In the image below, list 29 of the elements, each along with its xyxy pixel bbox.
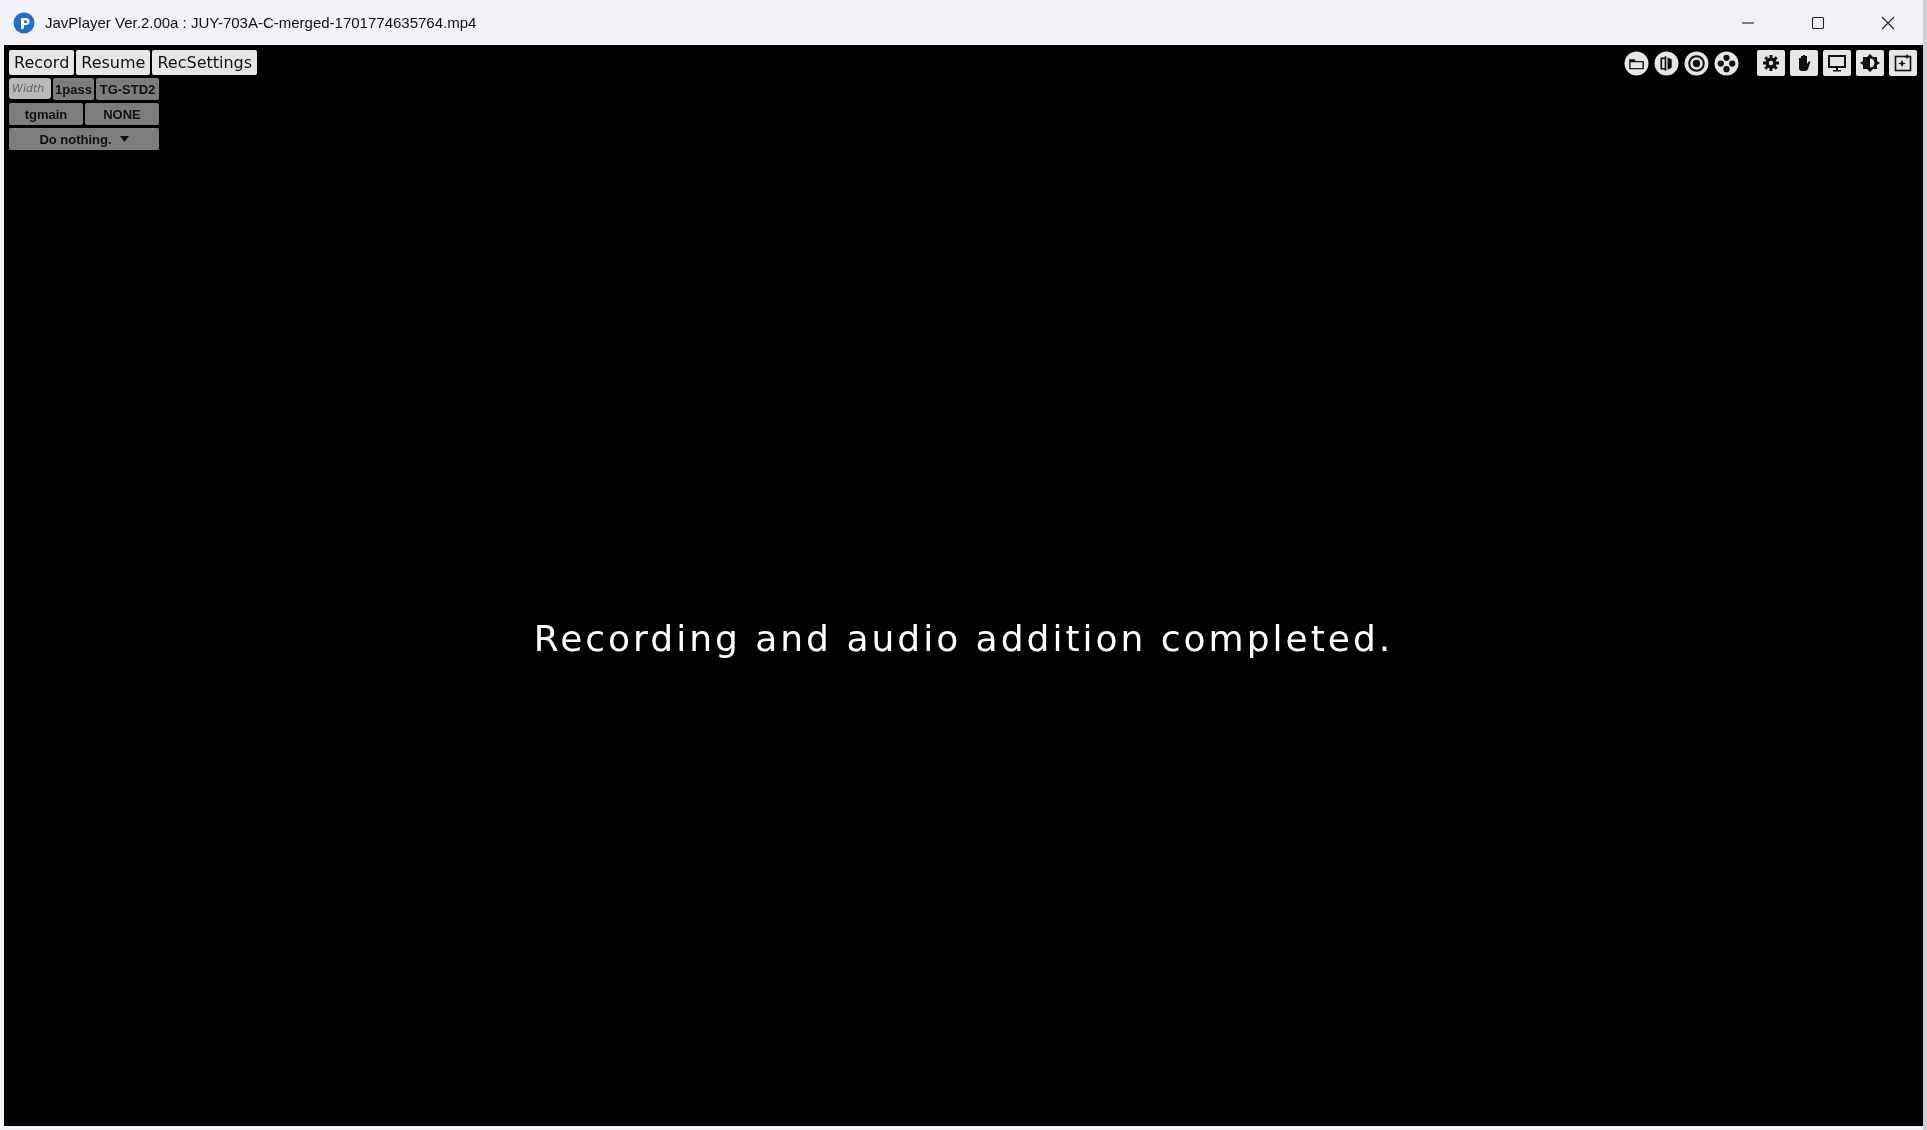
status-message: Recording and audio addition completed. [533, 618, 1394, 661]
close-icon [1881, 15, 1895, 30]
contrast-icon [1860, 53, 1880, 73]
settings-button[interactable] [1757, 50, 1785, 76]
action-dropdown[interactable]: Do nothing. [9, 128, 159, 150]
display-button[interactable] [1823, 50, 1851, 76]
four-dots-icon[interactable] [1714, 50, 1739, 76]
snapshot-button[interactable] [1889, 50, 1917, 76]
width-field[interactable]: Width [9, 78, 51, 99]
app-logo-icon [13, 11, 35, 34]
framed-sparkle-icon [1893, 53, 1913, 73]
gear-icon [1761, 53, 1781, 73]
option-button[interactable]: 1pass [53, 78, 94, 100]
split-panel-icon[interactable] [1654, 50, 1679, 76]
monitor-icon [1827, 53, 1847, 73]
brightness-button[interactable] [1856, 50, 1884, 76]
caret-icon [119, 136, 129, 142]
toolbar-button[interactable]: RecSettings [152, 50, 258, 75]
option-button[interactable]: NONE [85, 103, 159, 125]
window-title: JavPlayer Ver.2.00a : JUY-703A-C-merged-1701774635764.mp4 [45, 14, 478, 31]
toolbar-button[interactable]: Record [9, 50, 75, 75]
hand-button[interactable] [1790, 50, 1818, 76]
option-button[interactable]: tgmain [9, 103, 83, 125]
folder-icon[interactable] [1624, 50, 1649, 76]
maximize-icon [1811, 15, 1825, 30]
target-icon[interactable] [1684, 50, 1709, 76]
toolbar-button[interactable]: Resume [76, 50, 151, 75]
option-button[interactable]: TG-STD2 [96, 78, 159, 100]
minimize-icon [1741, 21, 1755, 24]
